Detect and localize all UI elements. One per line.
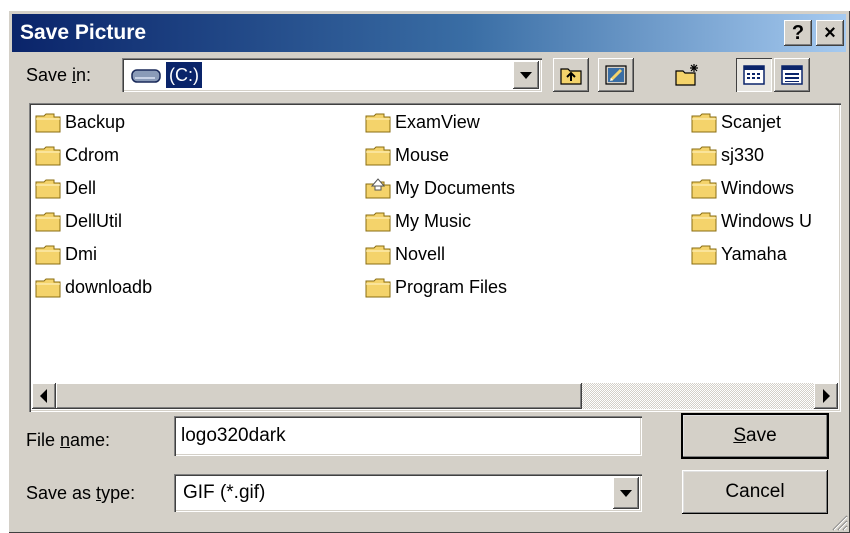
details-view-button[interactable] [774,58,810,92]
list-view-icon [743,65,765,85]
list-item[interactable]: My Music [365,207,471,235]
save-in-value: (C:) [165,61,203,89]
list-item[interactable]: Backup [35,108,125,136]
folder-icon [35,179,61,199]
chevron-down-icon [520,72,532,79]
list-item[interactable]: sj330 [691,141,764,169]
list-item[interactable]: My Documents [365,174,515,202]
folder-icon [35,212,61,232]
list-item[interactable]: Cdrom [35,141,119,169]
scroll-left-button[interactable] [32,383,56,409]
save-as-type-label: Save as type: [26,483,136,503]
list-item[interactable]: Yamaha [691,240,787,268]
file-list[interactable]: Backup Cdrom Dell DellUtil Dmi downloadb… [29,103,841,412]
list-item[interactable]: Mouse [365,141,449,169]
folder-icon [691,113,717,133]
list-item[interactable]: Windows [691,174,794,202]
save-in-label: Save in: [26,65,92,85]
save-button[interactable]: Save [681,413,829,459]
cancel-button[interactable]: Cancel [682,470,828,514]
list-item[interactable]: downloadb [35,273,152,301]
resize-grip-icon[interactable] [830,513,848,531]
folder-icon [35,278,61,298]
folder-icon [691,146,717,166]
file-name-label: File name: [26,430,111,450]
scroll-right-button[interactable] [814,383,838,409]
horizontal-scrollbar[interactable] [32,383,838,409]
folder-icon [35,245,61,265]
list-item[interactable]: ExamView [365,108,480,136]
up-folder-icon [560,68,582,85]
help-button[interactable]: ? [784,20,812,46]
title-bar[interactable]: Save Picture ? × [12,14,846,52]
drive-icon [131,69,161,83]
file-name-input[interactable]: logo320dark [174,416,642,456]
scrollbar-thumb[interactable] [56,383,582,409]
list-item[interactable]: Dell [35,174,96,202]
arrow-right-icon [823,389,830,403]
up-one-level-button[interactable] [553,58,589,92]
arrow-left-icon [40,389,47,403]
folder-icon [365,245,391,265]
folder-icon [35,146,61,166]
folder-icon [365,212,391,232]
folder-icon [365,278,391,298]
folder-icon [691,212,717,232]
folder-icon [691,245,717,265]
window-title: Save Picture [20,21,147,44]
desktop-button[interactable] [598,58,634,92]
list-item[interactable]: Dmi [35,240,97,268]
new-folder-icon [675,64,698,86]
list-view-button[interactable] [736,58,772,92]
list-item[interactable]: Scanjet [691,108,781,136]
save-as-type-dropdown-button[interactable] [613,477,639,509]
save-in-dropdown[interactable]: (C:) [122,58,542,92]
list-item[interactable]: DellUtil [35,207,122,235]
folder-icon [35,113,61,133]
scrollbar-track[interactable] [582,383,814,409]
save-as-type-dropdown[interactable]: GIF (*.gif) [174,474,642,512]
chevron-down-icon [620,490,632,497]
desktop-icon [605,65,627,85]
create-new-folder-button[interactable] [668,58,704,92]
details-view-icon [781,65,803,85]
folder-icon [691,179,717,199]
folder-icon [365,113,391,133]
save-as-type-value: GIF (*.gif) [183,482,266,503]
list-item[interactable]: Windows U [691,207,812,235]
list-item[interactable]: Program Files [365,273,507,301]
list-item[interactable]: Novell [365,240,445,268]
my-documents-folder-icon [365,178,391,199]
close-button[interactable]: × [816,20,844,46]
folder-icon [365,146,391,166]
save-picture-dialog: Save Picture ? × Save in: (C:) Backup Cd… [8,10,850,533]
save-in-dropdown-button[interactable] [513,61,539,89]
